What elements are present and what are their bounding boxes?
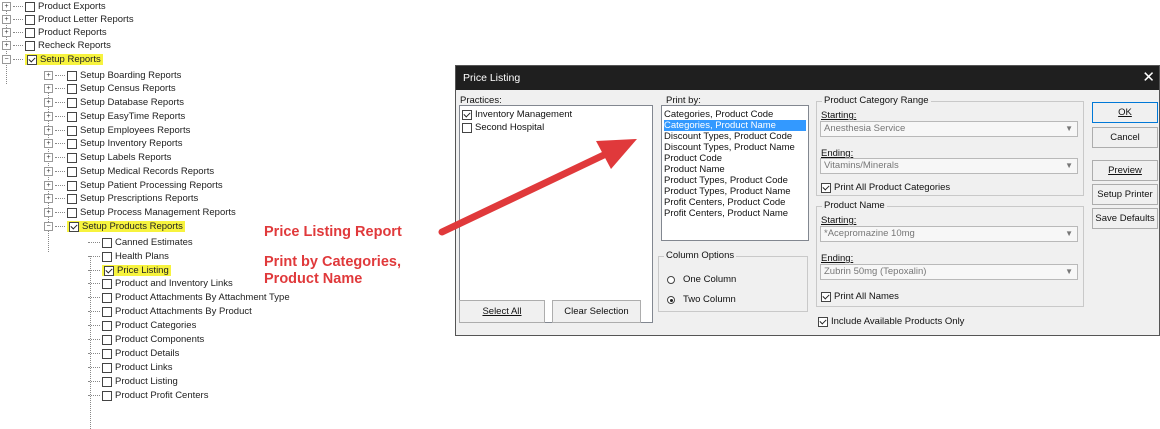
arrow-shaft [438,149,612,236]
annotation-arrow [438,139,637,236]
